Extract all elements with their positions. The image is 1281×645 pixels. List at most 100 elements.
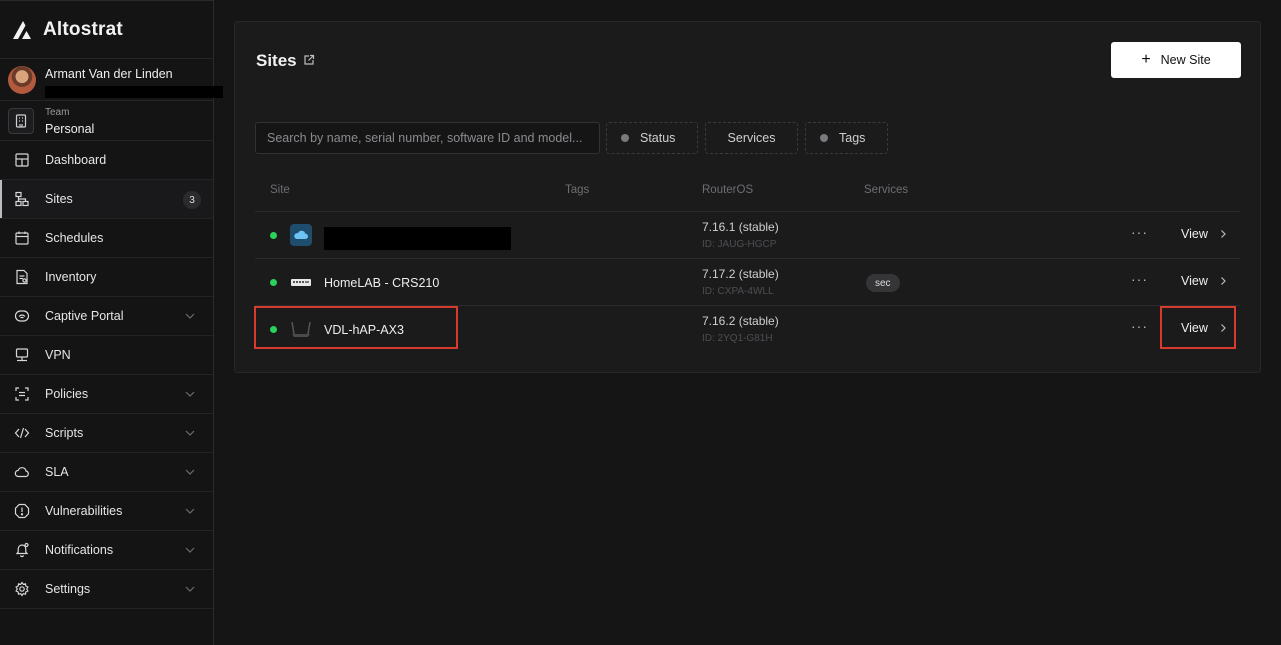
tags-filter[interactable]: Tags: [805, 122, 888, 154]
user-profile[interactable]: Armant Van der Linden: [0, 59, 223, 101]
service-badge: sec: [866, 274, 900, 292]
nav-label: Inventory: [45, 270, 97, 284]
cloud-icon: [14, 464, 30, 480]
more-options-icon[interactable]: ···: [1131, 318, 1148, 334]
filter-label: Services: [727, 131, 776, 145]
new-site-label: New Site: [1160, 53, 1211, 67]
column-header-routeros[interactable]: RouterOS: [702, 184, 753, 196]
nav-item-notifications[interactable]: Notifications: [0, 531, 213, 570]
vpn-icon: [14, 347, 30, 363]
avatar: [8, 65, 36, 94]
sites-icon: [14, 191, 30, 207]
plus-icon: +: [1141, 51, 1151, 68]
search-input[interactable]: [255, 122, 600, 154]
altostrat-logo-icon: [13, 20, 31, 39]
sites-panel: Sites + New Site Status Services Tags Si…: [234, 21, 1261, 373]
filter-label: Status: [640, 131, 676, 145]
inventory-icon: [14, 269, 30, 285]
chevron-right-icon: [1220, 230, 1226, 238]
chevron-down-icon: [185, 547, 195, 553]
chevron-down-icon: [185, 469, 195, 475]
nav-item-inventory[interactable]: Inventory: [0, 258, 213, 297]
chevron-down-icon: [185, 391, 195, 397]
table-row[interactable]: HomeLAB - CRS210 7.17.2 (stable) ID: CXP…: [255, 258, 1240, 305]
filter-dot-icon: [621, 134, 629, 142]
highlight-site-box: [254, 306, 458, 349]
nav-item-vulnerabilities[interactable]: Vulnerabilities: [0, 492, 213, 531]
chevron-down-icon: [185, 313, 195, 319]
column-header-site[interactable]: Site: [270, 184, 290, 196]
code-icon: [14, 425, 30, 441]
calendar-icon: [14, 230, 30, 246]
wifi-icon: [14, 308, 30, 324]
view-label: View: [1181, 227, 1208, 241]
online-status-icon: [270, 232, 277, 239]
nav-label: Scripts: [45, 426, 84, 440]
table-row[interactable]: 7.16.1 (stable) ID: JAUG-HGCP ··· View: [255, 211, 1240, 258]
online-status-icon: [270, 279, 277, 286]
nav-label: Sites: [45, 192, 73, 206]
highlight-view-box: [1160, 306, 1236, 349]
team-label: Team: [45, 107, 70, 118]
brand-name: Altostrat: [43, 18, 123, 40]
nav-label: Schedules: [45, 231, 104, 245]
nav-label: Vulnerabilities: [45, 504, 123, 518]
view-label: View: [1181, 274, 1208, 288]
brand[interactable]: Altostrat: [0, 1, 213, 59]
site-id: ID: CXPA-4WLL: [702, 286, 774, 297]
new-site-button[interactable]: + New Site: [1111, 42, 1241, 78]
user-name: Armant Van der Linden: [45, 67, 173, 81]
more-options-icon[interactable]: ···: [1131, 224, 1148, 240]
nav-label: Notifications: [45, 543, 114, 557]
services-filter[interactable]: Services: [705, 122, 798, 154]
nav-item-schedules[interactable]: Schedules: [0, 219, 213, 258]
column-header-services[interactable]: Services: [864, 184, 908, 196]
chevron-right-icon: [1220, 277, 1226, 285]
chevron-down-icon: [185, 586, 195, 592]
column-header-tags[interactable]: Tags: [565, 184, 589, 196]
nav-item-sla[interactable]: SLA: [0, 453, 213, 492]
nav-item-settings[interactable]: Settings: [0, 570, 213, 609]
nav-item-scripts[interactable]: Scripts: [0, 414, 213, 453]
nav-item-captive-portal[interactable]: Captive Portal: [0, 297, 213, 336]
view-button[interactable]: View: [1181, 274, 1228, 288]
page-title: Sites: [256, 51, 297, 70]
gear-icon: [14, 581, 30, 597]
more-options-icon[interactable]: ···: [1131, 271, 1148, 287]
main-nav: Dashboard Sites 3 Schedules Inventory Ca…: [0, 141, 213, 609]
team-switcher[interactable]: Team Personal: [0, 101, 213, 141]
nav-label: Dashboard: [45, 153, 107, 167]
switch-device-icon: [291, 279, 311, 286]
nav-label: SLA: [45, 465, 69, 479]
redacted-site-name: [324, 227, 511, 250]
site-id: ID: 2YQ1-G81H: [702, 333, 773, 344]
nav-label: Settings: [45, 582, 91, 596]
sites-count-badge: 3: [183, 191, 201, 209]
site-id: ID: JAUG-HGCP: [702, 239, 777, 250]
status-filter[interactable]: Status: [606, 122, 698, 154]
site-name[interactable]: HomeLAB - CRS210: [324, 276, 439, 290]
nav-label: Captive Portal: [45, 309, 124, 323]
nav-item-dashboard[interactable]: Dashboard: [0, 141, 213, 180]
chevron-down-icon: [185, 430, 195, 436]
filter-label: Tags: [839, 131, 866, 145]
chevron-down-icon: [185, 508, 195, 514]
routeros-version: 7.17.2 (stable): [702, 267, 779, 281]
dashboard-icon: [14, 152, 30, 168]
team-name: Personal: [45, 122, 95, 136]
nav-item-policies[interactable]: Policies: [0, 375, 213, 414]
nav-label: Policies: [45, 387, 89, 401]
alert-icon: [14, 503, 30, 519]
nav-item-sites[interactable]: Sites 3: [0, 180, 213, 219]
external-link-icon[interactable]: [303, 54, 315, 66]
policies-icon: [14, 386, 30, 402]
nav-item-vpn[interactable]: VPN: [0, 336, 213, 375]
routeros-version: 7.16.1 (stable): [702, 220, 779, 234]
view-button[interactable]: View: [1181, 227, 1228, 241]
cloud-device-icon: [290, 224, 312, 246]
redacted-email: [45, 86, 223, 98]
sidebar: Altostrat Armant Van der Linden Team Per…: [0, 0, 223, 645]
building-icon: [8, 107, 34, 134]
nav-label: VPN: [45, 348, 71, 362]
filter-dot-icon: [820, 134, 828, 142]
